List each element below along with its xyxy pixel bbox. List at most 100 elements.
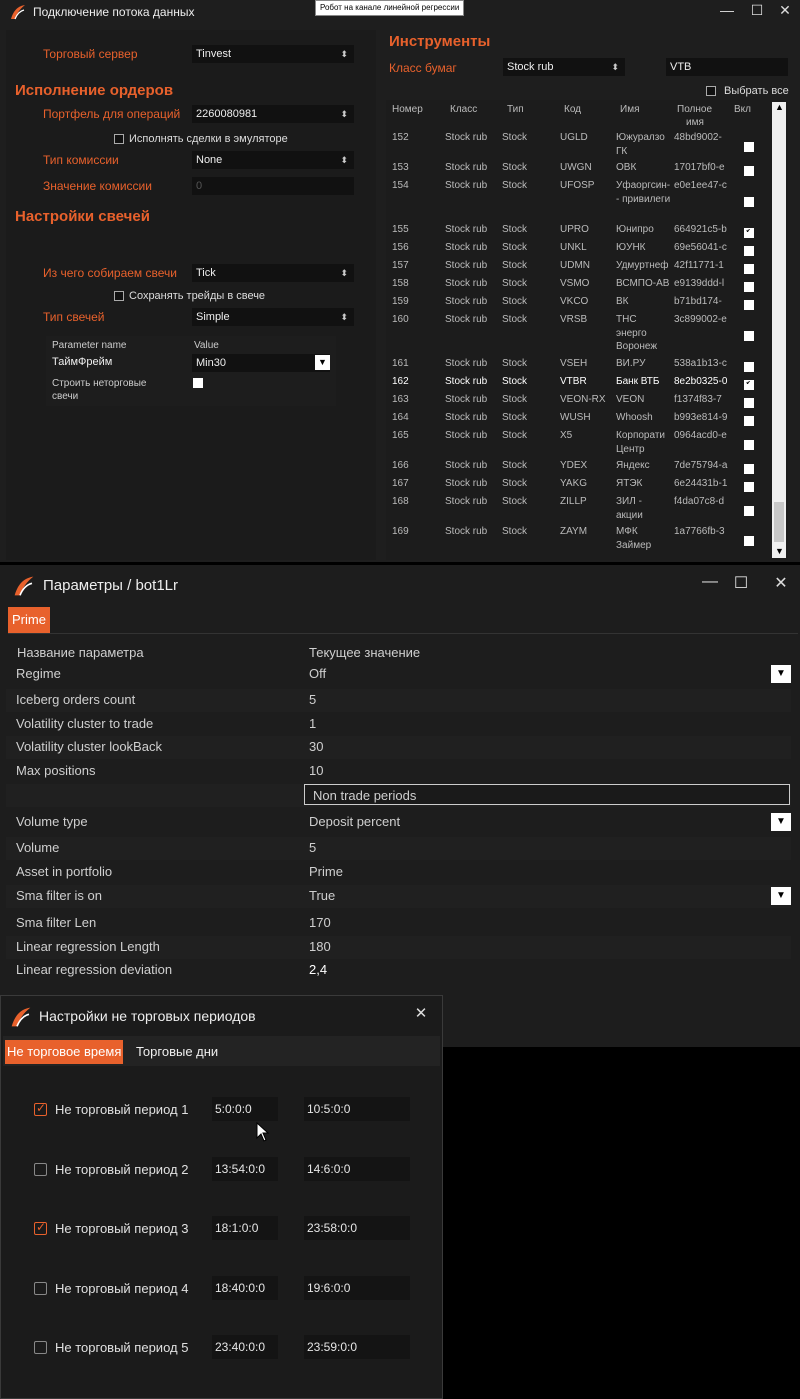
table-row[interactable]: 159 Stock rub Stock VKCO ВК b71bd174- — [386, 296, 766, 314]
instrument-checkbox[interactable] — [744, 264, 754, 274]
tab-trade-days[interactable]: Торговые дни — [136, 1040, 218, 1064]
param-value[interactable]: 5 — [309, 840, 316, 855]
nontrade-period-checkbox[interactable] — [34, 1281, 47, 1295]
table-row[interactable]: 155 Stock rub Stock UPRO Юнипро 664921c5-b — [386, 224, 766, 242]
param-row[interactable]: Linear regression deviation 2,4 — [6, 959, 791, 982]
instrument-checkbox[interactable] — [744, 282, 754, 292]
param-value[interactable]: Prime — [309, 864, 343, 879]
period-start-input[interactable]: 18:1:0:0 — [212, 1216, 278, 1240]
period-end-input[interactable]: 19:6:0:0 — [304, 1275, 410, 1300]
commission-value-input[interactable]: 0 — [192, 177, 354, 195]
instrument-search-input[interactable]: VTB — [666, 58, 788, 76]
table-row[interactable]: 168 Stock rub Stock ZILLP ЗИЛ - f4da07c8-d акц… — [386, 496, 766, 526]
period-start-input[interactable]: 18:40:0:0 — [212, 1275, 278, 1300]
instrument-checkbox[interactable] — [744, 228, 754, 238]
commission-type-select[interactable]: None ⬍ — [192, 151, 354, 169]
param-row[interactable]: Iceberg orders count 5 — [6, 689, 791, 712]
nontrade-period-checkbox[interactable] — [34, 1220, 47, 1235]
param-value[interactable]: 180 — [309, 939, 331, 954]
table-row[interactable]: 153 Stock rub Stock UWGN ОВК 17017bf0-e — [386, 162, 766, 180]
dropdown-arrow-icon[interactable]: ▼ — [771, 665, 791, 683]
scroll-up-icon[interactable]: ▲ — [775, 102, 784, 112]
table-row[interactable]: 156 Stock rub Stock UNKL ЮУНК 69e56041-c — [386, 242, 766, 260]
period-end-input[interactable]: 23:58:0:0 — [304, 1216, 410, 1240]
non-trade-periods-button[interactable]: Non trade periods — [304, 784, 790, 805]
timeframe-select[interactable]: Min30 ▼ — [192, 354, 330, 372]
table-row[interactable]: 152 Stock rub Stock UGLD Южуралзо 48bd9002- ГК — [386, 132, 766, 162]
table-row[interactable]: 166 Stock rub Stock YDEX Яндекс 7de75794-a — [386, 460, 766, 478]
select-all-checkbox[interactable] — [706, 86, 716, 96]
table-row[interactable]: 163 Stock rub Stock VEON-RX VEON f1374f83-7 — [386, 394, 766, 412]
period-start-input[interactable]: 13:54:0:0 — [212, 1156, 278, 1181]
close-icon[interactable]: ✕ — [775, 2, 795, 19]
table-row[interactable]: 167 Stock rub Stock YAKG ЯТЭК 6e24431b-1 — [386, 478, 766, 496]
param-row[interactable]: Volume 5 — [6, 837, 791, 860]
param-value[interactable]: 170 — [309, 915, 331, 930]
instrument-checkbox[interactable] — [744, 416, 754, 426]
table-row[interactable]: 161 Stock rub Stock VSEH ВИ.РУ 538a1b13-c — [386, 358, 766, 376]
dropdown-arrow-icon[interactable]: ▼ — [771, 813, 791, 831]
save-trades-checkbox[interactable] — [114, 291, 124, 301]
instrument-checkbox[interactable] — [744, 246, 754, 256]
param-value[interactable]: 5 — [309, 692, 316, 707]
param-value[interactable]: 30 — [309, 739, 323, 754]
table-row[interactable]: 154 Stock rub Stock UFOSP Уфаоргсин-e0e1ee47… — [386, 180, 766, 224]
param-row[interactable]: Sma filter is on True ▼ — [6, 885, 791, 908]
param-row[interactable]: Asset in portfolio Prime — [6, 861, 791, 884]
param-row[interactable]: Regime Off ▼ — [6, 663, 791, 686]
period-end-input[interactable]: 23:59:0:0 — [304, 1335, 410, 1359]
scroll-thumb[interactable] — [774, 502, 784, 542]
server-select[interactable]: Tinvest ⬍ — [192, 45, 354, 63]
instrument-checkbox[interactable] — [744, 142, 754, 152]
scroll-down-icon[interactable]: ▼ — [775, 546, 784, 556]
instrument-checkbox[interactable] — [744, 464, 754, 474]
instrument-checkbox[interactable] — [744, 166, 754, 176]
instrument-checkbox[interactable] — [744, 362, 754, 372]
instrument-checkbox[interactable] — [744, 506, 754, 516]
instrument-checkbox[interactable] — [744, 197, 754, 207]
table-row[interactable]: 160 Stock rub Stock VRSB ТНС 3c899002-e энерго… — [386, 314, 766, 358]
param-value[interactable]: Deposit percent — [309, 814, 400, 829]
param-row[interactable]: Non trade periods — [6, 784, 791, 807]
instrument-checkbox[interactable] — [744, 398, 754, 408]
ntp-titlebar[interactable]: Настройки не торговых периодов — [1, 996, 442, 1036]
instrument-checkbox[interactable] — [744, 482, 754, 492]
candles-source-select[interactable]: Tick ⬍ — [192, 264, 354, 282]
instrument-checkbox[interactable] — [744, 440, 754, 450]
param-row[interactable]: Volatility cluster to trade 1 — [6, 713, 791, 736]
portfolio-select[interactable]: 2260080981 ⬍ — [192, 105, 354, 123]
param-row[interactable]: Sma filter Len 170 — [6, 912, 791, 935]
nontrade-period-checkbox[interactable] — [34, 1101, 47, 1116]
minimize-icon[interactable]: — — [717, 2, 737, 18]
close-icon[interactable]: ✕ — [411, 1004, 431, 1022]
params-titlebar[interactable]: Параметры / bot1Lr — [0, 565, 800, 605]
period-start-input[interactable]: 5:0:0:0 — [212, 1097, 278, 1121]
param-value[interactable]: True — [309, 888, 335, 903]
param-value[interactable]: 2,4 — [309, 962, 327, 977]
nontrade-period-checkbox[interactable] — [34, 1162, 47, 1176]
maximize-icon[interactable]: ☐ — [747, 2, 767, 19]
table-row[interactable]: 162 Stock rub Stock VTBR Банк ВТБ 8e2b0325-0 — [386, 376, 766, 394]
param-row[interactable]: Volatility cluster lookBack 30 — [6, 736, 791, 759]
period-end-input[interactable]: 14:6:0:0 — [304, 1156, 410, 1181]
candle-type-select[interactable]: Simple ⬍ — [192, 308, 354, 326]
close-icon[interactable]: ✕ — [771, 573, 791, 593]
param-value[interactable]: 1 — [309, 716, 316, 731]
emulator-checkbox[interactable] — [114, 134, 124, 144]
instrument-checkbox[interactable] — [744, 331, 754, 341]
dropdown-arrow-icon[interactable]: ▼ — [771, 887, 791, 905]
table-row[interactable]: 158 Stock rub Stock VSMO ВСМПО-АВ e9139ddd-l — [386, 278, 766, 296]
period-end-input[interactable]: 10:5:0:0 — [304, 1097, 410, 1121]
instrument-checkbox[interactable] — [744, 300, 754, 310]
tab-nontrade-time[interactable]: Не торговое время — [5, 1040, 124, 1064]
param-row[interactable]: Volume type Deposit percent ▼ — [6, 811, 791, 834]
param-value[interactable]: Off — [309, 666, 326, 681]
instrument-checkbox[interactable] — [744, 536, 754, 546]
maximize-icon[interactable]: ☐ — [731, 573, 751, 593]
param-row[interactable]: Linear regression Length 180 — [6, 936, 791, 959]
period-start-input[interactable]: 23:40:0:0 — [212, 1335, 278, 1359]
instrument-checkbox[interactable] — [744, 380, 754, 390]
class-select[interactable]: Stock rub ⬍ — [503, 58, 625, 76]
table-row[interactable]: 169 Stock rub Stock ZAYM МФК 1a7766fb-3 Займер — [386, 526, 766, 556]
table-scrollbar[interactable]: ▲ ▼ — [772, 102, 786, 558]
